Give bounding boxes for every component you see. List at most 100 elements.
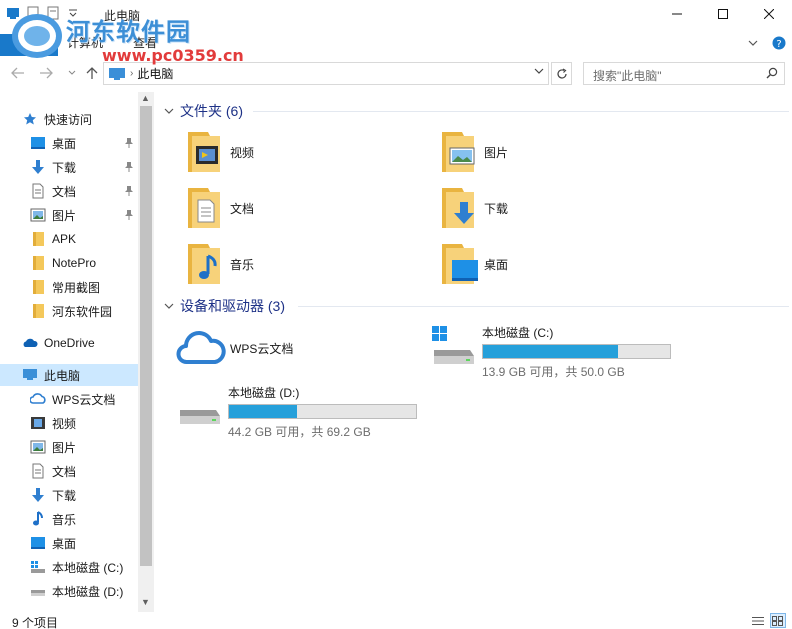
folder-item[interactable]: 下载 xyxy=(438,184,678,232)
address-bar[interactable]: › 此电脑 xyxy=(103,62,549,85)
nav-pc-label: 文档 xyxy=(52,464,77,479)
nav-pc-item[interactable]: 视频 xyxy=(0,412,138,434)
nav-quick-item[interactable]: 常用截图 xyxy=(0,276,138,298)
search-box[interactable]: 搜索"此电脑" xyxy=(583,62,785,85)
minimize-button[interactable] xyxy=(654,0,700,28)
app-icon xyxy=(7,8,19,19)
folders-group-header[interactable]: 文件夹 (6) xyxy=(164,100,243,122)
nav-scrollbar[interactable]: ▲ ▼ xyxy=(138,92,154,612)
up-button[interactable] xyxy=(84,65,100,81)
search-icon[interactable] xyxy=(766,67,778,79)
minimize-icon xyxy=(672,13,682,15)
wps-cloud-item[interactable]: WPS云文档 xyxy=(176,324,376,372)
drive-d-item[interactable]: 本地磁盘 (D:) 44.2 GB 可用，共 69.2 GB xyxy=(176,384,417,440)
scroll-up-icon[interactable]: ▲ xyxy=(141,93,150,103)
back-arrow-icon xyxy=(11,67,24,79)
item-count: 9 个项目 xyxy=(12,616,59,629)
tab-computer[interactable]: 计算机 xyxy=(67,34,103,51)
pin-icon[interactable] xyxy=(124,161,134,176)
nav-pc-item[interactable]: 音乐 xyxy=(0,508,138,530)
new-folder-icon[interactable] xyxy=(46,6,60,20)
nav-pc-item[interactable]: 本地磁盘 (C:) xyxy=(0,556,138,578)
picture-icon xyxy=(30,207,46,223)
nav-this-pc[interactable]: 此电脑 xyxy=(0,364,138,386)
content-pane: 文件夹 (6) 视频 图片 文档 下载音乐 桌面 设备和驱动器 (3) WPS云文档 本… xyxy=(158,92,792,612)
folders-header-label: 文件夹 (6) xyxy=(180,103,243,119)
devices-group-header[interactable]: 设备和驱动器 (3) xyxy=(164,295,285,317)
breadcrumb-this-pc[interactable]: 此电脑 xyxy=(137,65,173,82)
refresh-button[interactable] xyxy=(551,62,572,85)
nav-quick-item[interactable]: 文档 xyxy=(0,180,138,202)
customize-qat-icon[interactable] xyxy=(66,6,80,20)
nav-quick-label: 桌面 xyxy=(52,136,77,151)
folder-label: 视频 xyxy=(230,145,255,160)
close-button[interactable] xyxy=(746,0,792,28)
pin-icon[interactable] xyxy=(124,137,134,152)
computer-icon xyxy=(22,367,38,383)
nav-quick-label: 图片 xyxy=(52,208,77,223)
nav-pc-item[interactable]: 文档 xyxy=(0,460,138,482)
drive-c-icon xyxy=(432,326,474,364)
breadcrumb-separator-icon[interactable]: › xyxy=(130,68,133,79)
window-title: 此电脑 xyxy=(104,9,141,23)
quick-access-toolbar xyxy=(6,6,80,20)
nav-quick-access[interactable]: 快速访问 xyxy=(0,108,138,130)
nav-pc-label: 图片 xyxy=(52,440,77,455)
maximize-icon xyxy=(718,9,728,19)
details-view-button[interactable] xyxy=(750,613,766,628)
drive-c-item[interactable]: 本地磁盘 (C:) 13.9 GB 可用，共 50.0 GB xyxy=(430,324,671,380)
folder-item[interactable]: 音乐 xyxy=(184,240,424,288)
nav-quick-item[interactable]: 下载 xyxy=(0,156,138,178)
nav-quick-item[interactable]: 图片 xyxy=(0,204,138,226)
properties-icon[interactable] xyxy=(26,6,40,20)
recent-locations-button[interactable] xyxy=(64,65,80,81)
folder-item[interactable]: 视频 xyxy=(184,128,424,176)
forward-button[interactable] xyxy=(38,65,54,81)
nav-pc-item[interactable]: 桌面 xyxy=(0,532,138,554)
maximize-button[interactable] xyxy=(700,0,746,28)
nav-onedrive[interactable]: OneDrive xyxy=(0,332,138,354)
nav-pc-item[interactable]: 图片 xyxy=(0,436,138,458)
details-view-icon xyxy=(752,616,764,625)
nav-pc-item[interactable]: 本地磁盘 (D:) xyxy=(0,580,138,602)
help-icon[interactable]: ? xyxy=(772,36,786,50)
tiles-view-button[interactable] xyxy=(770,613,786,628)
scroll-down-icon[interactable]: ▼ xyxy=(141,597,150,607)
drive-c-name: 本地磁盘 (C:) xyxy=(482,326,554,340)
nav-pc-label: WPS云文档 xyxy=(52,392,116,407)
view-switcher xyxy=(750,613,786,628)
nav-quick-label: APK xyxy=(52,232,77,246)
wps-cloud-label: WPS云文档 xyxy=(230,341,294,356)
nav-quick-item[interactable]: 桌面 xyxy=(0,132,138,154)
tab-view[interactable]: 查看 xyxy=(133,34,157,51)
nav-quick-item[interactable]: APK xyxy=(0,228,138,250)
back-button[interactable] xyxy=(10,65,26,81)
pin-icon[interactable] xyxy=(124,185,134,200)
pin-icon[interactable] xyxy=(124,209,134,224)
nav-quick-label: 河东软件园 xyxy=(52,304,113,319)
expand-ribbon-icon[interactable] xyxy=(748,39,758,47)
svg-text:?: ? xyxy=(776,39,781,50)
address-dropdown-icon[interactable] xyxy=(534,67,544,75)
folder-item[interactable]: 文档 xyxy=(184,184,424,232)
scroll-thumb[interactable] xyxy=(140,106,152,566)
nav-quick-item[interactable]: 河东软件园 xyxy=(0,300,138,322)
status-bar: 9 个项目 xyxy=(0,612,792,629)
nav-onedrive-label: OneDrive xyxy=(44,336,95,350)
drive-c-info: 本地磁盘 (C:) 13.9 GB 可用，共 50.0 GB xyxy=(482,324,671,380)
folder-label: 桌面 xyxy=(484,257,509,272)
nav-pc-label: 视频 xyxy=(52,416,77,431)
folder-item[interactable]: 桌面 xyxy=(438,240,678,288)
desktop-icon xyxy=(30,535,46,551)
nav-quick-label: NotePro xyxy=(52,256,97,270)
folder-label: 音乐 xyxy=(230,257,255,272)
nav-pc-item[interactable]: 下载 xyxy=(0,484,138,506)
nav-pc-item[interactable]: WPS云文档 xyxy=(0,388,138,410)
nav-pc-label: 音乐 xyxy=(52,512,77,527)
folder-item[interactable]: 图片 xyxy=(438,128,678,176)
tab-file[interactable]: 文件 xyxy=(0,34,58,56)
up-arrow-icon xyxy=(86,67,98,79)
drive-d-usage-fill xyxy=(229,405,297,418)
nav-quick-item[interactable]: NotePro xyxy=(0,252,138,274)
nav-pc-label: 本地磁盘 (C:) xyxy=(52,560,124,575)
